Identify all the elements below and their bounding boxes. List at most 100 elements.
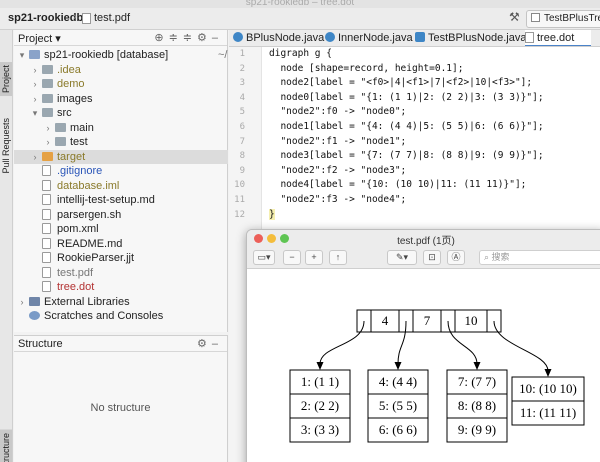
pdf-search-input[interactable]: ⌕ 搜索 [479,250,600,265]
project-tree-item[interactable]: README.md [14,237,228,251]
expand-arrow-icon[interactable]: › [31,63,39,77]
file-icon [42,165,51,176]
folder-icon [42,79,53,88]
project-tree-item[interactable]: › images [14,92,228,106]
line-number: 3 [239,78,245,89]
project-tree-item[interactable]: intellij-test-setup.md [14,193,228,207]
edge-arrowhead [394,362,402,370]
stripe-project-tab[interactable]: Project [0,62,12,97]
tab-tree-dot[interactable]: tree.dot [525,30,591,46]
libs-icon [29,296,40,306]
expand-arrow-icon[interactable]: ▾ [18,48,26,62]
project-tree-label: intellij-test-setup.md [57,194,155,206]
expand-arrow-icon[interactable]: › [31,92,39,106]
file-icon [42,252,51,263]
expand-icon[interactable]: ≑ [183,32,197,44]
leaf-entry-label: 4: (4 4) [379,374,417,389]
line-number: 12 [234,209,245,220]
navigation-bar: sp21-rookiedb › test.pdf ⚒ TestBPlusTree… [0,8,600,30]
project-tree-item[interactable]: .gitignore [14,164,228,178]
tab-testbplusnode-java[interactable]: TestBPlusNode.java [415,30,527,46]
code-line: node4[label = "{10: (10 10)|11: (11 11)}… [269,179,527,191]
folder-icon [42,93,53,103]
expand-arrow-icon[interactable]: › [44,135,52,149]
project-tree-item[interactable]: › .idea [14,63,228,77]
root-key-label: 10 [465,313,478,328]
leaf-entry-label: 10: (10 10) [519,381,577,396]
expand-arrow-icon[interactable]: › [44,121,52,135]
pdf-file-icon [82,13,91,24]
minimize-icon[interactable]: – [212,32,223,44]
project-tree-item[interactable]: RookieParser.jjt [14,251,228,265]
structure-panel: Structure ⚙– No structure [14,335,228,462]
code-line: } [269,208,275,220]
project-tree-label: pom.xml [57,223,99,235]
project-tree-label: .gitignore [57,165,103,177]
leaf-entry-label: 11: (11 11) [520,405,576,420]
line-number: 10 [234,180,245,191]
file-icon [42,281,51,292]
collapse-icon[interactable]: ≑ [169,32,183,44]
project-view-selector[interactable]: Project ▾ [18,32,61,45]
project-tree-label: README.md [57,237,123,250]
pdf-toolbar: ▭▾ − + ↑ ✎▾ ⊡ Ⓐ ⌕ 搜索 [247,247,600,269]
expand-arrow-icon[interactable]: ▾ [31,106,39,120]
project-tree-item[interactable]: ▾ sp21-rookiedb [database] ~/iceblue/idea/… [14,48,228,62]
annotate-icon[interactable]: Ⓐ [447,250,465,265]
run-configuration-selector[interactable]: TestBPlusTree.te [526,10,600,28]
project-tree-label: .idea [57,63,81,76]
project-tree-label: parsergen.sh [57,208,122,221]
project-path-suffix: ~/iceblue/idea/data [218,49,228,61]
line-number: 1 [239,49,245,59]
scratch-icon [29,311,40,320]
sidebar-toggle-icon[interactable]: ▭▾ [253,250,275,265]
search-placeholder: 搜索 [491,252,510,262]
build-hammer-icon[interactable]: ⚒ [509,10,520,24]
locate-icon[interactable]: ⊕ [154,32,168,44]
project-tree-item[interactable]: › demo [14,77,228,91]
file-icon [42,223,51,234]
zoom-in-icon[interactable]: + [305,250,323,265]
orange-icon [42,151,53,161]
project-tree-item[interactable]: tree.dot [14,280,228,294]
project-tree-item[interactable]: test.pdf [14,266,228,280]
minimize-icon[interactable]: – [212,338,223,350]
gear-icon[interactable]: ⚙ [197,32,212,44]
line-number: 9 [239,165,245,176]
code-text-area[interactable]: digraph g { node [shape=record, height=0… [269,47,600,247]
tab-innernode-java[interactable]: InnerNode.java [325,30,413,46]
leaf-entry-label: 8: (8 8) [458,398,496,413]
tab-bplusnode-java[interactable]: BPlusNode.java [233,30,324,46]
zoom-out-icon[interactable]: − [283,250,301,265]
project-tree-item[interactable]: database.iml [14,179,228,193]
mod-icon [29,50,40,59]
code-line: node0[label = "{1: (1 1)|2: (2 2)|3: (3 … [269,91,544,103]
expand-arrow-icon[interactable]: › [31,77,39,91]
project-tree-item[interactable]: ▾ src [14,106,228,120]
project-tree-item[interactable]: pom.xml [14,222,228,236]
share-icon[interactable]: ↑ [329,250,347,265]
folder-icon [55,137,66,146]
expand-arrow-icon[interactable]: › [18,295,26,309]
file-icon [42,179,51,191]
folder-icon [55,122,66,132]
stripe-structure-tab[interactable]: Structure [0,430,12,462]
project-tree-item[interactable]: › External Libraries [14,295,228,309]
project-tree-item[interactable]: › test [14,135,228,149]
expand-arrow-icon[interactable]: › [31,150,39,164]
project-tree-item[interactable]: › target [14,149,228,164]
project-tree-label: demo [57,78,85,90]
rotate-icon[interactable]: ⊡ [423,250,441,265]
project-tree-item[interactable]: parsergen.sh [14,208,228,222]
project-tree-label: External Libraries [44,295,130,308]
breadcrumb-file[interactable]: test.pdf [94,12,130,24]
code-line: "node2":f0 -> "node0"; [269,106,407,118]
tab-label: TestBPlusNode.java [428,32,527,44]
breadcrumb-project[interactable]: sp21-rookiedb [8,12,83,24]
gear-icon[interactable]: ⚙ [197,338,212,350]
stripe-pull-requests-tab[interactable]: Pull Requests [1,118,11,174]
code-line: "node2":f3 -> "node4"; [269,194,407,205]
project-tree-item[interactable]: Scratches and Consoles [14,309,228,323]
markup-pen-icon[interactable]: ✎▾ [387,250,417,265]
project-tree-item[interactable]: › main [14,121,228,135]
